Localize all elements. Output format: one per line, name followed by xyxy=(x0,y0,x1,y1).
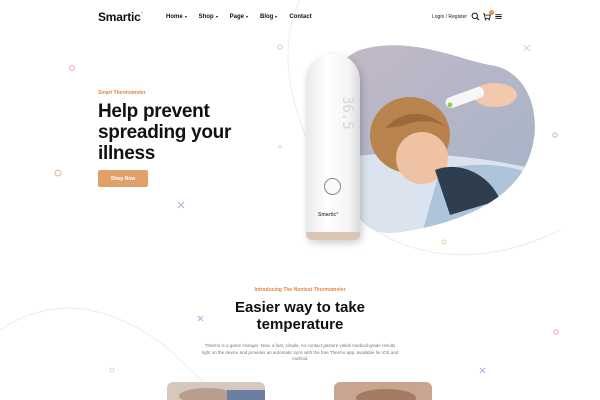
nav-item-contact[interactable]: Contact xyxy=(289,14,311,20)
nav-item-shop[interactable]: Shop xyxy=(199,14,218,20)
nav-item-label: Home xyxy=(166,14,183,20)
section-description: Thermo is a game changer. Now, a fast, s… xyxy=(201,343,399,361)
chevron-down-icon xyxy=(246,16,249,18)
section-title-line1: Easier way to take xyxy=(234,299,366,316)
feature-card-image xyxy=(334,382,432,400)
hero-title: Help prevent spreading your illness xyxy=(98,101,232,164)
section-title-line2: temperature xyxy=(256,316,344,333)
main-nav: Home Shop Page Blog Contact xyxy=(166,14,312,20)
chevron-down-icon xyxy=(275,16,278,18)
hero-eyebrow: Smart Thermometer xyxy=(98,90,146,96)
brand-name: Smartic xyxy=(98,10,141,24)
card-photo xyxy=(167,382,265,400)
site-header: Smartic° Home Shop Page Blog Contact Log… xyxy=(0,0,600,36)
nav-item-home[interactable]: Home xyxy=(166,14,187,20)
nav-item-label: Contact xyxy=(289,14,312,20)
login-register-link[interactable]: Login / Register xyxy=(432,14,467,20)
nav-item-label: Shop xyxy=(198,14,214,20)
shop-now-button[interactable]: Shop Now xyxy=(98,170,148,187)
chevron-down-icon xyxy=(215,16,218,18)
menu-icon[interactable] xyxy=(494,12,503,21)
nav-item-label: Blog xyxy=(260,14,274,20)
card-photo xyxy=(334,382,432,400)
search-icon[interactable] xyxy=(471,12,480,21)
section-eyebrow: Introducing The Nontest Thermometer xyxy=(254,287,346,293)
brand-mark: ° xyxy=(140,12,143,18)
nav-item-page[interactable]: Page xyxy=(229,14,249,20)
chevron-down-icon xyxy=(184,16,187,18)
section-title: Easier way to take temperature xyxy=(0,299,600,333)
thermometer-display: 36.5 xyxy=(339,96,355,130)
thermometer-button-icon xyxy=(324,178,341,195)
brand-logo[interactable]: Smartic° xyxy=(98,10,143,24)
thermometer-base xyxy=(306,232,360,240)
feature-card-image xyxy=(167,382,265,400)
thermometer-brand: Smartic° xyxy=(318,212,339,218)
nav-item-blog[interactable]: Blog xyxy=(260,14,278,20)
nav-item-label: Page xyxy=(229,14,245,20)
